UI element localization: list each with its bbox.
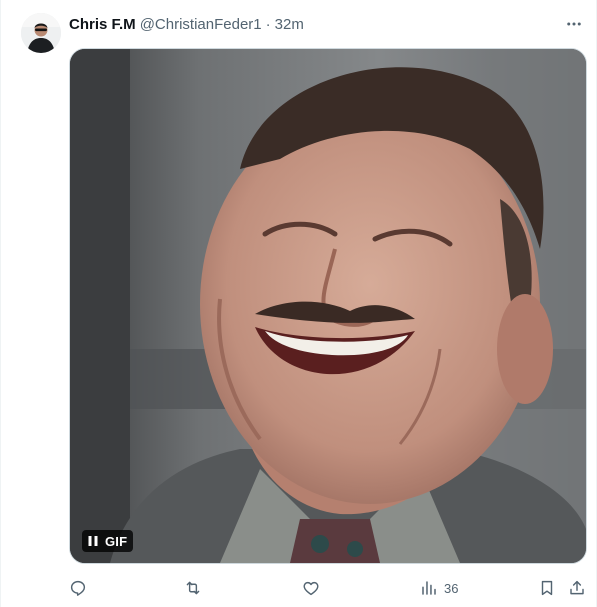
more-options-button[interactable] [560, 10, 588, 38]
header-separator: · [265, 15, 271, 33]
retweet-icon [186, 581, 200, 595]
pause-icon [88, 536, 98, 546]
gif-badge: GIF [105, 533, 128, 549]
avatar[interactable] [21, 13, 61, 53]
more-horizontal-icon [567, 22, 581, 26]
author-display-name[interactable]: Chris F.M [69, 16, 136, 33]
tweet-header: Chris F.M @ChristianFeder1 · 32m [69, 13, 580, 35]
bookmark-icon [541, 580, 553, 596]
author-handle[interactable]: @ChristianFeder1 [140, 16, 262, 33]
views-button[interactable]: 36 [420, 576, 458, 600]
gif-playback-control[interactable]: GIF [82, 530, 134, 552]
reply-button[interactable] [69, 576, 87, 600]
tweet-timestamp[interactable]: 32m [275, 16, 304, 33]
retweet-button[interactable] [184, 576, 202, 600]
tweet-action-bar: 36 [69, 576, 587, 600]
tweet-media-gif[interactable]: GIF [69, 48, 587, 564]
reply-icon [70, 580, 86, 596]
share-button[interactable] [568, 576, 586, 600]
laughing-man-gif-image [70, 49, 586, 563]
user-avatar-icon [21, 13, 61, 53]
bookmark-button[interactable] [538, 576, 556, 600]
views-count: 36 [444, 580, 459, 596]
heart-icon [303, 581, 319, 596]
like-button[interactable] [302, 576, 320, 600]
views-chart-icon [422, 581, 436, 595]
tweet-card[interactable]: Chris F.M @ChristianFeder1 · 32m GIF 36 [0, 0, 597, 607]
share-icon [570, 580, 584, 595]
